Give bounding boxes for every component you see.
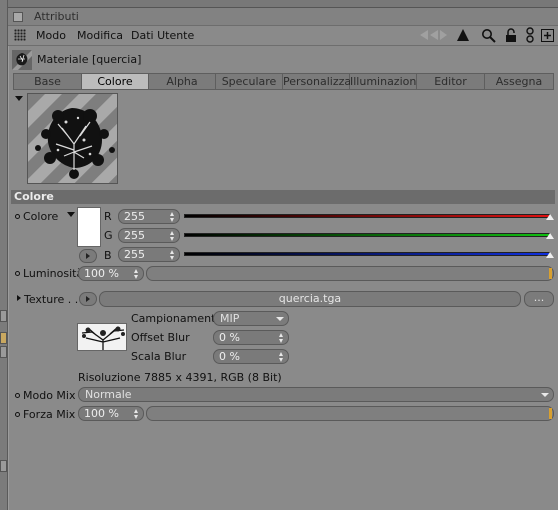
section-header-colore: Colore: [11, 190, 555, 204]
adjacent-panel-marker: [0, 310, 7, 322]
tab-bar: Base Colore Alpha Speculare Personalizza…: [13, 73, 554, 90]
spinner-icon[interactable]: [134, 269, 139, 279]
tab-editor[interactable]: Editor: [417, 74, 485, 89]
offset-blur-label: Offset Blur: [131, 331, 190, 344]
menu-dati-utente[interactable]: Dati Utente: [131, 29, 194, 42]
chevron-down-icon: [541, 393, 549, 397]
spinner-icon[interactable]: [170, 231, 175, 241]
color-picker-toggle-icon[interactable]: [67, 212, 75, 217]
texture-expand-icon[interactable]: [17, 295, 21, 301]
adjacent-panel-strip: [0, 0, 8, 510]
scala-blur-label: Scala Blur: [131, 350, 187, 363]
scala-blur-input[interactable]: 0 %: [213, 349, 289, 364]
color-swatch[interactable]: [77, 207, 101, 247]
channel-r-value: 255: [124, 210, 145, 223]
top-border: [0, 0, 558, 8]
channel-g-value: 255: [124, 229, 145, 242]
panel-title: Attributi: [34, 10, 79, 23]
channel-b-label: B: [104, 249, 112, 262]
spinner-icon[interactable]: [279, 333, 284, 343]
tab-assegna[interactable]: Assegna: [485, 74, 553, 89]
spinner-icon[interactable]: [170, 250, 175, 260]
modo-mix-value: Normale: [85, 388, 132, 401]
offset-blur-input[interactable]: 0 %: [213, 330, 289, 345]
texture-label[interactable]: Texture . . .: [24, 293, 85, 306]
back-arrows-icon[interactable]: [418, 27, 448, 43]
material-preview[interactable]: [27, 93, 118, 184]
channel-r-slider[interactable]: [184, 214, 550, 218]
texture-file-button[interactable]: quercia.tga: [99, 291, 521, 307]
spinner-icon[interactable]: [170, 212, 175, 222]
tab-illuminazione[interactable]: Illuminazione: [350, 74, 423, 89]
animation-dot-icon[interactable]: [15, 412, 20, 417]
modo-mix-select[interactable]: Normale: [78, 387, 554, 402]
lock-icon[interactable]: [504, 27, 518, 43]
panel-checkbox[interactable]: [13, 12, 23, 22]
campionamento-value: MIP: [220, 312, 240, 325]
channel-r-input[interactable]: 255: [118, 209, 180, 224]
tab-colore[interactable]: Colore: [82, 74, 149, 89]
search-icon[interactable]: [480, 27, 496, 43]
texture-options-button[interactable]: [79, 292, 97, 306]
adjacent-panel-marker: [0, 346, 7, 358]
tab-alpha[interactable]: Alpha: [149, 74, 216, 89]
texture-browse-button[interactable]: ...: [524, 291, 554, 307]
adjacent-panel-marker: [0, 460, 7, 472]
luminosita-input[interactable]: 100 %: [78, 266, 144, 281]
forza-mix-slider-handle[interactable]: [549, 408, 552, 419]
channel-g-slider-handle[interactable]: [546, 233, 554, 239]
channel-r-slider-handle[interactable]: [546, 214, 554, 220]
texture-filename: quercia.tga: [278, 292, 342, 305]
menu-modo[interactable]: Modo: [36, 29, 66, 42]
spinner-icon[interactable]: [279, 352, 284, 362]
tab-personalizza[interactable]: Personalizza: [283, 74, 351, 89]
luminosita-value: 100 %: [84, 267, 119, 280]
forza-mix-input[interactable]: 100 %: [78, 406, 144, 421]
channel-b-value: 255: [124, 248, 145, 261]
offset-blur-value: 0 %: [219, 331, 240, 344]
link-icon[interactable]: [524, 27, 536, 43]
preview-toggle-icon[interactable]: [15, 96, 23, 101]
luminosita-slider-handle[interactable]: [549, 268, 552, 279]
forza-mix-value: 100 %: [84, 407, 119, 420]
luminosita-slider[interactable]: [146, 266, 554, 281]
grip-icon[interactable]: [14, 29, 26, 41]
adjacent-panel-marker: [0, 332, 7, 344]
menu-modifica[interactable]: Modifica: [77, 29, 123, 42]
tab-speculare[interactable]: Speculare: [216, 74, 283, 89]
campionamento-label: Campionamento: [131, 312, 223, 325]
texture-browse-label: ...: [533, 291, 545, 304]
add-panel-icon[interactable]: [540, 27, 554, 43]
channel-g-input[interactable]: 255: [118, 228, 180, 243]
campionamento-select[interactable]: MIP: [213, 311, 289, 326]
texture-thumbnail[interactable]: [77, 323, 127, 351]
forza-mix-slider[interactable]: [146, 406, 554, 421]
material-icon: [12, 50, 32, 70]
cursor-arrow-icon[interactable]: [455, 27, 471, 43]
tab-base[interactable]: Base: [14, 74, 82, 89]
channel-g-slider[interactable]: [184, 233, 550, 237]
material-name: Materiale [quercia]: [37, 53, 142, 66]
spinner-icon[interactable]: [134, 409, 139, 419]
modo-mix-label: Modo Mix: [23, 389, 76, 402]
luminosita-label: Luminosità: [23, 267, 84, 280]
channel-b-slider-handle[interactable]: [546, 252, 554, 258]
panel-title-bar: [8, 8, 558, 26]
animation-dot-icon[interactable]: [15, 271, 20, 276]
colore-label: Colore: [23, 210, 59, 223]
color-mode-button[interactable]: [79, 249, 97, 263]
chevron-down-icon: [276, 317, 284, 321]
channel-b-slider[interactable]: [184, 252, 550, 256]
forza-mix-label: Forza Mix: [23, 408, 76, 421]
texture-resolution: Risoluzione 7885 x 4391, RGB (8 Bit): [78, 371, 282, 384]
channel-g-label: G: [104, 229, 113, 242]
channel-r-label: R: [104, 210, 112, 223]
scala-blur-value: 0 %: [219, 350, 240, 363]
animation-dot-icon[interactable]: [15, 393, 20, 398]
channel-b-input[interactable]: 255: [118, 247, 180, 262]
animation-dot-icon[interactable]: [15, 214, 20, 219]
